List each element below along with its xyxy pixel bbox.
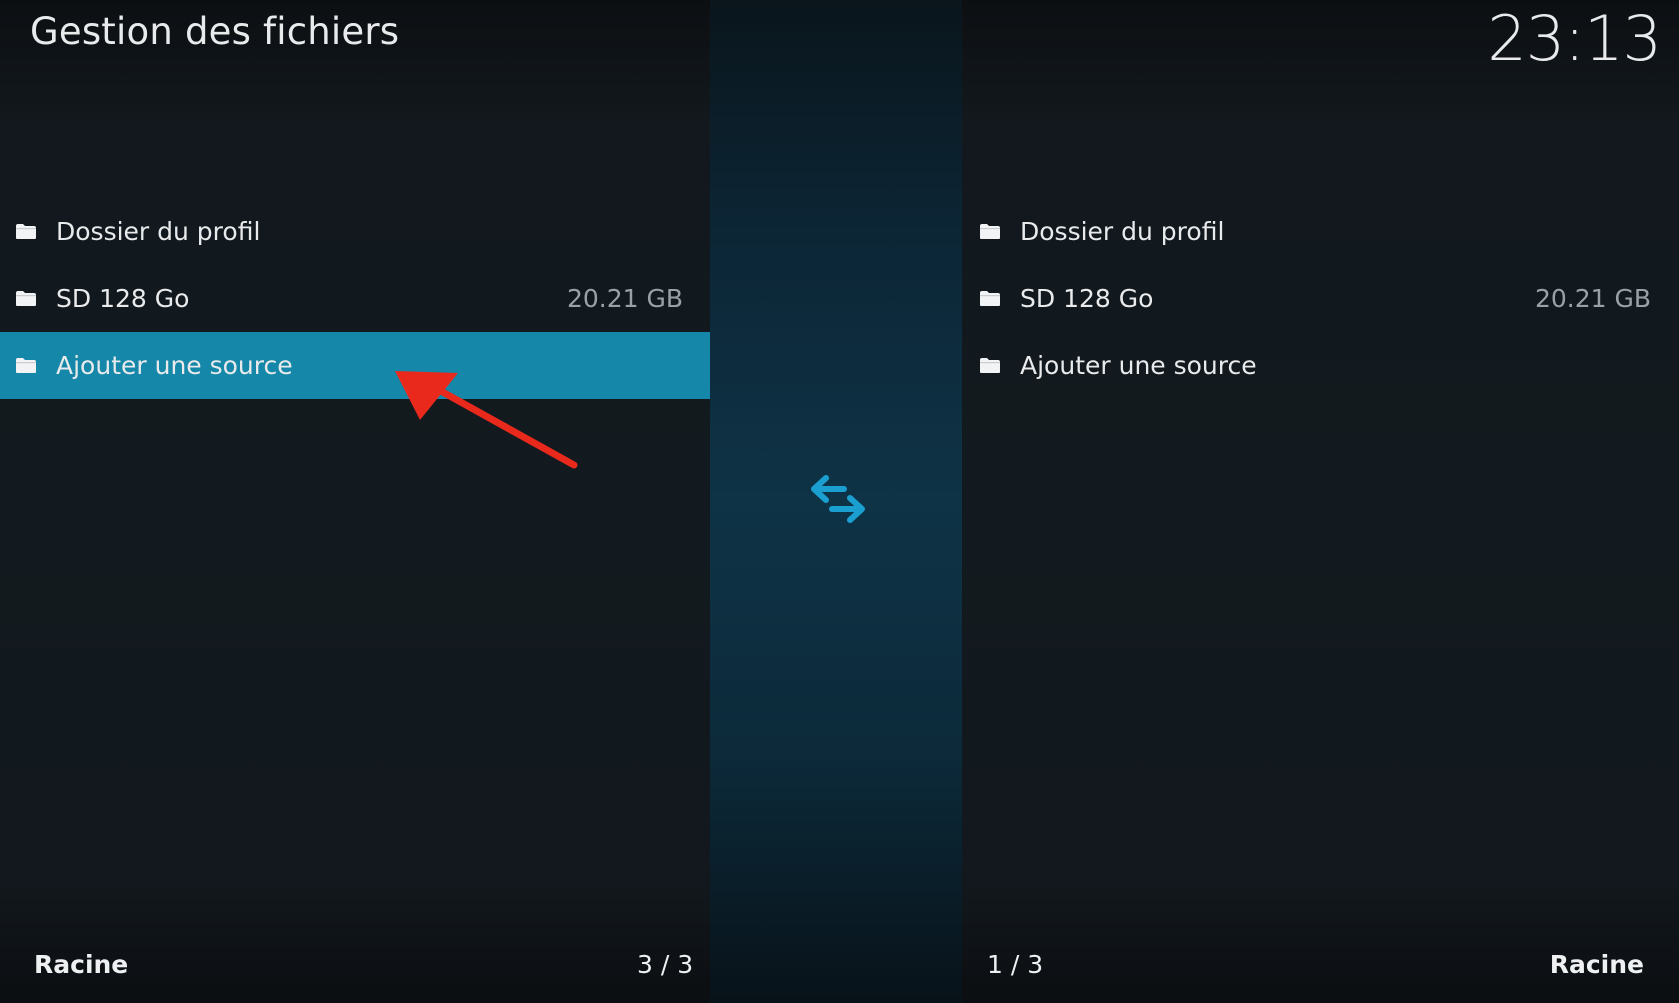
folder-icon: [16, 291, 36, 306]
left-footer-count: 3 / 3: [637, 950, 694, 979]
item-label: Dossier du profil: [56, 217, 261, 246]
folder-icon: [980, 291, 1000, 306]
left-item-profile-folder[interactable]: Dossier du profil: [0, 198, 710, 265]
folder-icon: [980, 358, 1000, 373]
item-label: Ajouter une source: [56, 351, 293, 380]
item-label: SD 128 Go: [56, 284, 190, 313]
item-size: 20.21 GB: [566, 284, 683, 313]
clock: 23:13: [1487, 2, 1662, 75]
right-footer-path: Racine: [1549, 950, 1644, 979]
page-title: Gestion des fichiers: [30, 10, 400, 53]
right-footer-count: 1 / 3: [987, 950, 1044, 979]
file-manager-screen: Gestion des fichiers 23:13 Dossier du pr…: [0, 0, 1679, 1003]
left-footer-path: Racine: [34, 950, 129, 979]
folder-icon: [16, 358, 36, 373]
item-size: 20.21 GB: [1534, 284, 1651, 313]
item-label: Dossier du profil: [1020, 217, 1225, 246]
left-item-sd-card[interactable]: SD 128 Go 20.21 GB: [0, 265, 710, 332]
item-label: SD 128 Go: [1020, 284, 1154, 313]
folder-icon: [16, 224, 36, 239]
right-file-pane: Dossier du profil SD 128 Go 20.21 GB Ajo…: [962, 198, 1679, 399]
left-item-add-source[interactable]: Ajouter une source: [0, 332, 710, 399]
folder-icon: [980, 224, 1000, 239]
right-item-add-source[interactable]: Ajouter une source: [962, 332, 1679, 399]
right-item-sd-card[interactable]: SD 128 Go 20.21 GB: [962, 265, 1679, 332]
item-label: Ajouter une source: [1020, 351, 1257, 380]
swap-arrows-icon[interactable]: [808, 473, 868, 527]
right-item-profile-folder[interactable]: Dossier du profil: [962, 198, 1679, 265]
left-file-pane: Dossier du profil SD 128 Go 20.21 GB Ajo…: [0, 198, 710, 399]
